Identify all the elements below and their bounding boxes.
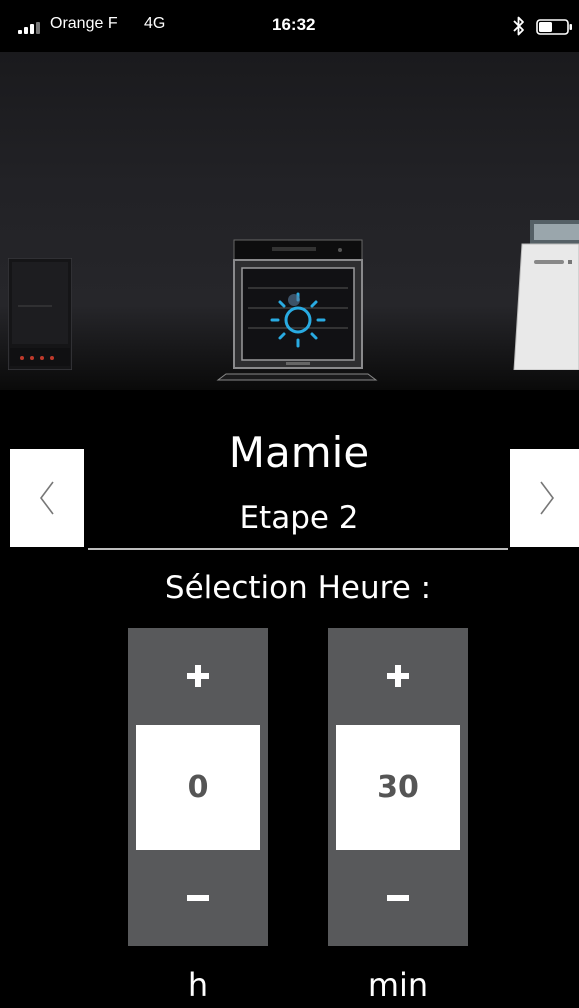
hours-increment-button[interactable]	[128, 628, 268, 724]
recipe-name: Mamie	[228, 428, 370, 477]
hours-value[interactable]: 0	[136, 725, 260, 850]
battery-icon	[536, 19, 572, 35]
oven-image[interactable]	[212, 238, 382, 384]
hours-unit-label: h	[187, 966, 209, 1004]
minus-icon	[187, 895, 209, 901]
chevron-right-icon	[540, 481, 554, 515]
bluetooth-icon	[513, 16, 524, 36]
chevron-left-icon	[40, 481, 54, 515]
signal-bars-icon	[18, 22, 44, 34]
divider	[88, 548, 508, 550]
minutes-value[interactable]: 30	[336, 725, 460, 850]
status-bar: Orange F 4G 16:32	[0, 0, 579, 52]
plus-icon	[387, 665, 409, 687]
plus-icon	[187, 665, 209, 687]
network-type: 4G	[144, 15, 166, 32]
minutes-increment-button[interactable]	[328, 628, 468, 724]
hours-decrement-button[interactable]	[128, 850, 268, 946]
clock: 16:32	[272, 15, 316, 34]
step-label: Etape 2	[239, 500, 359, 536]
minutes-decrement-button[interactable]	[328, 850, 468, 946]
induction-hob-image[interactable]	[8, 258, 72, 370]
hours-stepper: 0	[128, 628, 268, 946]
time-selection-title: Sélection Heure :	[164, 570, 432, 606]
minutes-unit-label: min	[367, 966, 429, 1004]
carrier-name: Orange F	[50, 15, 118, 32]
next-step-button[interactable]	[510, 449, 579, 547]
dishwasher-image[interactable]	[512, 220, 579, 370]
minus-icon	[387, 895, 409, 901]
previous-step-button[interactable]	[10, 449, 84, 547]
minutes-stepper: 30	[328, 628, 468, 946]
